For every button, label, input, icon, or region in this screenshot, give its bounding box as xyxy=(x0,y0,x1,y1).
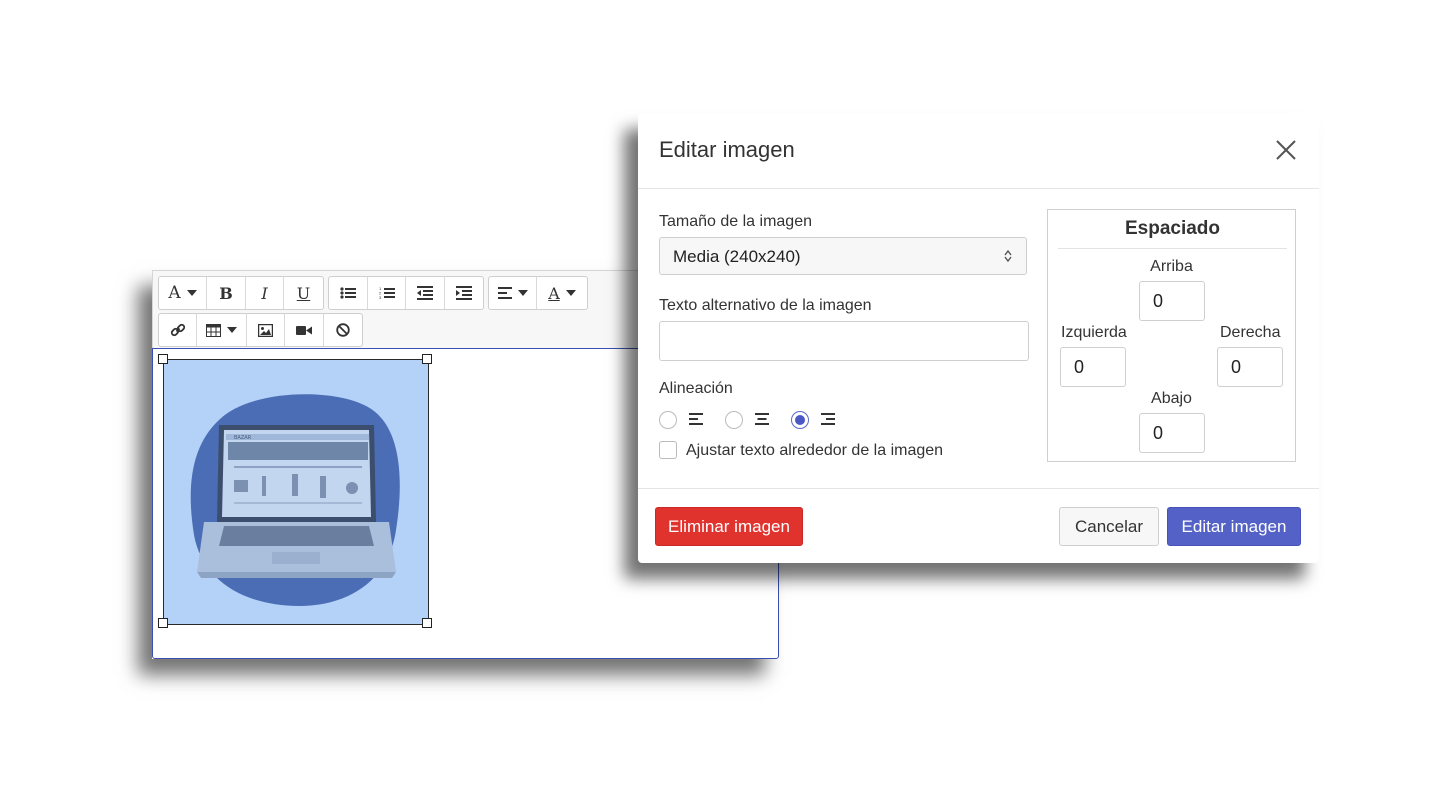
laptop-brand-text: BAZAR xyxy=(234,435,252,441)
clear-format-button[interactable] xyxy=(324,314,362,346)
resize-handle-bottom-left[interactable] xyxy=(158,618,168,628)
insert-link-button[interactable] xyxy=(159,314,197,346)
size-label: Tamaño de la imagen xyxy=(659,213,812,230)
align-left-icon xyxy=(497,287,512,299)
font-icon: A xyxy=(168,283,181,303)
spacing-title: Espaciado xyxy=(1058,218,1287,249)
align-center-radio[interactable] xyxy=(725,411,743,429)
italic-button[interactable]: I xyxy=(246,277,284,309)
chevron-down-icon xyxy=(517,290,528,296)
image-icon xyxy=(258,323,273,337)
numbered-list-button[interactable]: 123 xyxy=(368,277,406,309)
dialog-header: Editar imagen xyxy=(638,113,1319,189)
align-color-group: A xyxy=(488,276,588,310)
table-icon xyxy=(206,323,221,337)
align-right-icon xyxy=(821,413,835,425)
dialog-footer: Eliminar imagen Cancelar Editar imagen xyxy=(638,488,1319,564)
spacing-left-input[interactable]: 0 xyxy=(1060,347,1126,387)
svg-text:3: 3 xyxy=(379,295,382,300)
laptop-illustration: BAZAR xyxy=(190,394,400,606)
wrap-text-checkbox[interactable] xyxy=(659,441,677,459)
insert-group xyxy=(158,313,363,347)
close-icon xyxy=(1276,140,1296,160)
spacing-right-input[interactable]: 0 xyxy=(1217,347,1283,387)
spacing-bottom-label: Abajo xyxy=(1151,390,1192,407)
spacing-bottom-input[interactable]: 0 xyxy=(1139,413,1205,453)
video-icon xyxy=(296,325,312,335)
selected-image[interactable]: BAZAR xyxy=(163,359,429,625)
edit-image-dialog: Editar imagen Tamaño de la imagen Media … xyxy=(638,113,1319,563)
chevron-down-icon xyxy=(227,327,237,333)
close-button[interactable] xyxy=(1274,138,1298,162)
spacing-top-label: Arriba xyxy=(1150,258,1193,275)
underline-button[interactable]: U xyxy=(284,277,323,309)
delete-image-button[interactable]: Eliminar imagen xyxy=(655,507,803,546)
chevron-down-icon xyxy=(186,290,197,296)
resize-handle-bottom-right[interactable] xyxy=(422,618,432,628)
cancel-button[interactable]: Cancelar xyxy=(1059,507,1159,546)
select-arrows-icon xyxy=(1004,250,1012,262)
resize-handle-top-left[interactable] xyxy=(158,354,168,364)
align-center-icon xyxy=(755,413,769,425)
link-icon xyxy=(170,323,185,337)
bullet-list-icon xyxy=(340,287,356,299)
alt-text-label: Texto alternativo de la imagen xyxy=(659,297,872,314)
spacing-top-input[interactable]: 0 xyxy=(1139,281,1205,321)
resize-handle-top-right[interactable] xyxy=(422,354,432,364)
align-right-radio[interactable] xyxy=(791,411,809,429)
text-color-icon: A xyxy=(548,283,560,303)
alignment-label: Alineación xyxy=(659,380,733,397)
outdent-icon xyxy=(417,286,433,300)
indent-button[interactable] xyxy=(445,277,483,309)
text-color-button[interactable]: A xyxy=(537,277,587,309)
chevron-down-icon xyxy=(565,290,576,296)
spacing-panel: Espaciado Arriba 0 Izquierda 0 Derecha 0… xyxy=(1047,209,1296,462)
list-group: 123 xyxy=(328,276,484,310)
indent-icon xyxy=(456,286,472,300)
dialog-title: Editar imagen xyxy=(659,137,795,162)
insert-video-button[interactable] xyxy=(285,314,324,346)
numbered-list-icon: 123 xyxy=(379,286,395,300)
insert-table-button[interactable] xyxy=(197,314,247,346)
block-icon xyxy=(336,323,350,337)
size-select-value: Media (240x240) xyxy=(673,247,801,266)
insert-image-button[interactable] xyxy=(247,314,285,346)
spacing-left-label: Izquierda xyxy=(1061,324,1127,341)
font-style-group: A B I U xyxy=(158,276,324,310)
wrap-text-label[interactable]: Ajustar texto alrededor de la imagen xyxy=(686,442,943,460)
size-select[interactable]: Media (240x240) xyxy=(659,237,1027,275)
save-image-button[interactable]: Editar imagen xyxy=(1167,507,1301,546)
bold-button[interactable]: B xyxy=(207,277,246,309)
alt-text-input[interactable] xyxy=(659,321,1029,361)
outdent-button[interactable] xyxy=(406,277,445,309)
align-left-radio[interactable] xyxy=(659,411,677,429)
align-left-icon xyxy=(689,413,703,425)
align-dropdown-button[interactable] xyxy=(489,277,537,309)
font-dropdown-button[interactable]: A xyxy=(159,277,207,309)
spacing-right-label: Derecha xyxy=(1220,324,1281,341)
bullet-list-button[interactable] xyxy=(329,277,368,309)
